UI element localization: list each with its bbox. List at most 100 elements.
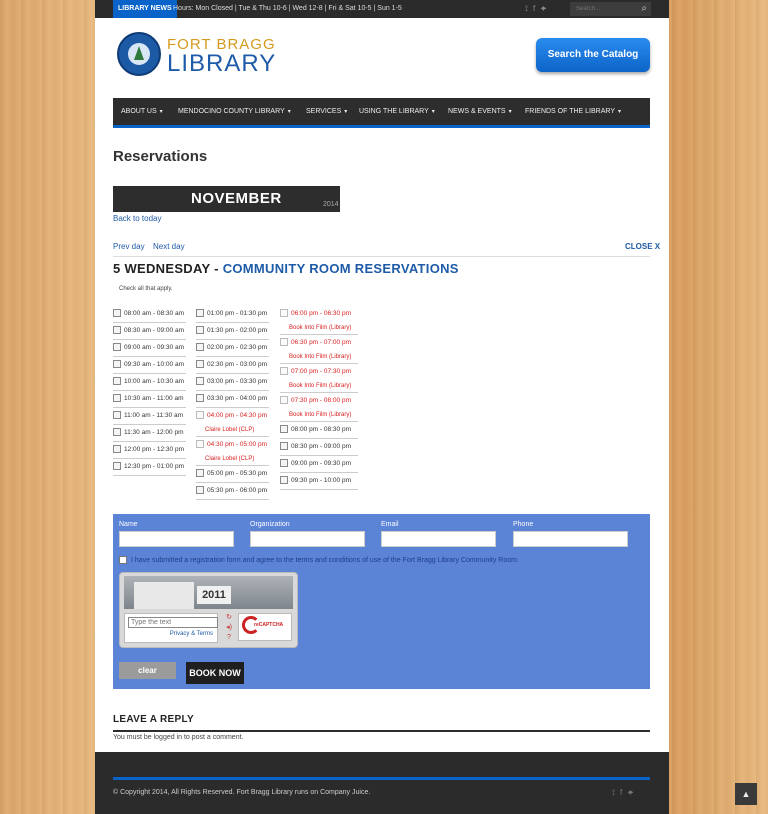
back-to-today-link[interactable]: Back to today — [113, 214, 161, 223]
slot-time: 04:30 pm - 05:00 pm — [207, 441, 267, 448]
slot-checkbox[interactable] — [113, 377, 121, 386]
time-slot[interactable]: 11:30 am - 12:00 pm — [113, 425, 186, 442]
slot-checkbox[interactable] — [113, 394, 121, 403]
nav-item-using-library[interactable]: USING THE LIBRARY ▾ — [359, 98, 435, 126]
time-slot[interactable]: 09:30 am - 10:00 am — [113, 357, 186, 374]
slot-checkbox[interactable] — [196, 394, 204, 403]
scroll-to-top-button[interactable]: ▲ — [735, 783, 757, 805]
time-slot[interactable]: 08:30 pm - 09:00 pm — [280, 439, 358, 456]
slot-checkbox[interactable] — [113, 411, 121, 420]
slot-checkbox[interactable] — [113, 309, 121, 318]
reserved-slot: 06:30 pm - 07:00 pm — [280, 335, 358, 351]
news-badge[interactable]: LIBRARY NEWS — [113, 0, 177, 18]
time-slot[interactable]: 11:00 am - 11:30 am — [113, 408, 186, 425]
page-title: Reservations — [113, 148, 208, 165]
slot-checkbox[interactable] — [113, 428, 121, 437]
slot-time: 01:00 pm - 01:30 pm — [207, 310, 267, 317]
captcha-input[interactable] — [128, 617, 218, 628]
refresh-icon[interactable]: ↻ — [224, 613, 234, 623]
slot-checkbox[interactable] — [113, 343, 121, 352]
reserved-by: Book Into Film (Library) — [280, 380, 358, 393]
nav-label: USING THE LIBRARY — [359, 108, 429, 115]
slot-checkbox[interactable] — [280, 442, 288, 451]
phone-field[interactable] — [513, 531, 628, 547]
logo-line-2[interactable]: LIBRARY — [167, 50, 276, 78]
slot-checkbox[interactable] — [196, 377, 204, 386]
slot-time: 06:30 pm - 07:00 pm — [291, 339, 351, 346]
chevron-down-icon: ▾ — [431, 109, 435, 115]
agree-terms[interactable]: I have submitted a registration form and… — [119, 556, 519, 564]
nav-item-about-us[interactable]: ABOUT US ▾ — [121, 98, 163, 126]
rss-icon[interactable]: ⟟ — [525, 4, 533, 13]
slot-checkbox[interactable] — [280, 476, 288, 485]
month-banner: NOVEMBER 2014 — [113, 186, 340, 212]
next-day-link[interactable]: Next day — [153, 242, 185, 251]
day-label: 5 WEDNESDAY - — [113, 261, 223, 276]
slot-checkbox[interactable] — [280, 459, 288, 468]
slot-time: 12:30 pm - 01:00 pm — [124, 463, 184, 470]
slot-checkbox[interactable] — [113, 326, 121, 335]
agree-text: I have submitted a registration form and… — [131, 556, 519, 564]
time-slot[interactable]: 02:00 pm - 02:30 pm — [196, 340, 269, 357]
slot-checkbox[interactable] — [196, 486, 204, 495]
nav-item-mendocino[interactable]: MENDOCINO COUNTY LIBRARY ▾ — [178, 98, 291, 126]
help-icon[interactable]: ? — [224, 633, 234, 643]
slot-checkbox[interactable] — [196, 469, 204, 478]
slot-checkbox[interactable] — [196, 309, 204, 318]
time-slot[interactable]: 08:00 pm - 08:30 pm — [280, 422, 358, 439]
audio-icon[interactable]: ◂) — [224, 623, 234, 633]
time-slot[interactable]: 01:30 pm - 02:00 pm — [196, 323, 269, 340]
nav-label: SERVICES — [306, 108, 342, 115]
close-link[interactable]: CLOSE X — [625, 242, 660, 251]
time-slot[interactable]: 09:30 pm - 10:00 pm — [280, 473, 358, 490]
time-slot[interactable]: 08:00 am - 08:30 am — [113, 306, 186, 323]
clear-button[interactable]: clear — [119, 662, 176, 679]
time-slot[interactable]: 01:00 pm - 01:30 pm — [196, 306, 269, 323]
time-slot[interactable]: 08:30 am - 09:00 am — [113, 323, 186, 340]
email-field[interactable] — [381, 531, 496, 547]
slot-time: 06:00 pm - 06:30 pm — [291, 310, 351, 317]
nav-item-friends[interactable]: FRIENDS OF THE LIBRARY ▾ — [525, 98, 621, 126]
slot-checkbox[interactable] — [196, 343, 204, 352]
nav-item-news-events[interactable]: NEWS & EVENTS ▾ — [448, 98, 512, 126]
twitter-icon[interactable]: ✦ — [540, 4, 551, 13]
search-catalog-button[interactable]: Search the Catalog — [536, 38, 650, 72]
slot-checkbox[interactable] — [113, 462, 121, 471]
search-icon[interactable]: ⌕ — [641, 2, 647, 16]
nav-label: MENDOCINO COUNTY LIBRARY — [178, 108, 285, 115]
city-seal-logo[interactable] — [117, 32, 161, 76]
time-slot[interactable]: 10:30 am - 11:00 am — [113, 391, 186, 408]
time-slot[interactable]: 03:00 pm - 03:30 pm — [196, 374, 269, 391]
slot-checkbox[interactable] — [196, 360, 204, 369]
twitter-icon[interactable]: ✦ — [627, 788, 638, 797]
slot-checkbox[interactable] — [113, 445, 121, 454]
organization-field[interactable] — [250, 531, 365, 547]
time-slot[interactable]: 09:00 am - 09:30 am — [113, 340, 186, 357]
time-slot[interactable]: 03:30 pm - 04:00 pm — [196, 391, 269, 408]
reserved-slot: 07:30 pm - 08:00 pm — [280, 393, 358, 409]
time-slot[interactable]: 02:30 pm - 03:00 pm — [196, 357, 269, 374]
time-slot[interactable]: 05:30 pm - 06:00 pm — [196, 483, 269, 500]
time-slot[interactable]: 10:00 am - 10:30 am — [113, 374, 186, 391]
slot-checkbox[interactable] — [280, 425, 288, 434]
privacy-terms-link[interactable]: Privacy & Terms — [170, 631, 213, 637]
nav-item-services[interactable]: SERVICES ▾ — [306, 98, 347, 126]
book-now-button[interactable]: BOOK NOW — [186, 662, 244, 684]
time-slot[interactable]: 12:30 pm - 01:00 pm — [113, 459, 186, 476]
slot-time: 10:30 am - 11:00 am — [124, 395, 184, 402]
recaptcha-widget: 2011 Privacy & Terms ↻ ◂) ? reCAPTCHA — [119, 572, 298, 648]
search-input[interactable] — [570, 2, 636, 16]
rss-icon[interactable]: ⟟ — [612, 788, 620, 797]
prev-day-link[interactable]: Prev day — [113, 242, 145, 251]
month-year: 2014 — [323, 201, 339, 208]
agree-checkbox[interactable] — [119, 556, 127, 564]
name-field[interactable] — [119, 531, 234, 547]
slot-checkbox[interactable] — [196, 326, 204, 335]
time-slot[interactable]: 09:00 pm - 09:30 pm — [280, 456, 358, 473]
slot-checkbox[interactable] — [113, 360, 121, 369]
time-slot[interactable]: 12:00 pm - 12:30 pm — [113, 442, 186, 459]
slot-time: 03:30 pm - 04:00 pm — [207, 395, 267, 402]
time-slot[interactable]: 05:00 pm - 05:30 pm — [196, 466, 269, 483]
organization-label: Organization — [250, 521, 290, 528]
captcha-entry: Privacy & Terms — [124, 613, 218, 643]
